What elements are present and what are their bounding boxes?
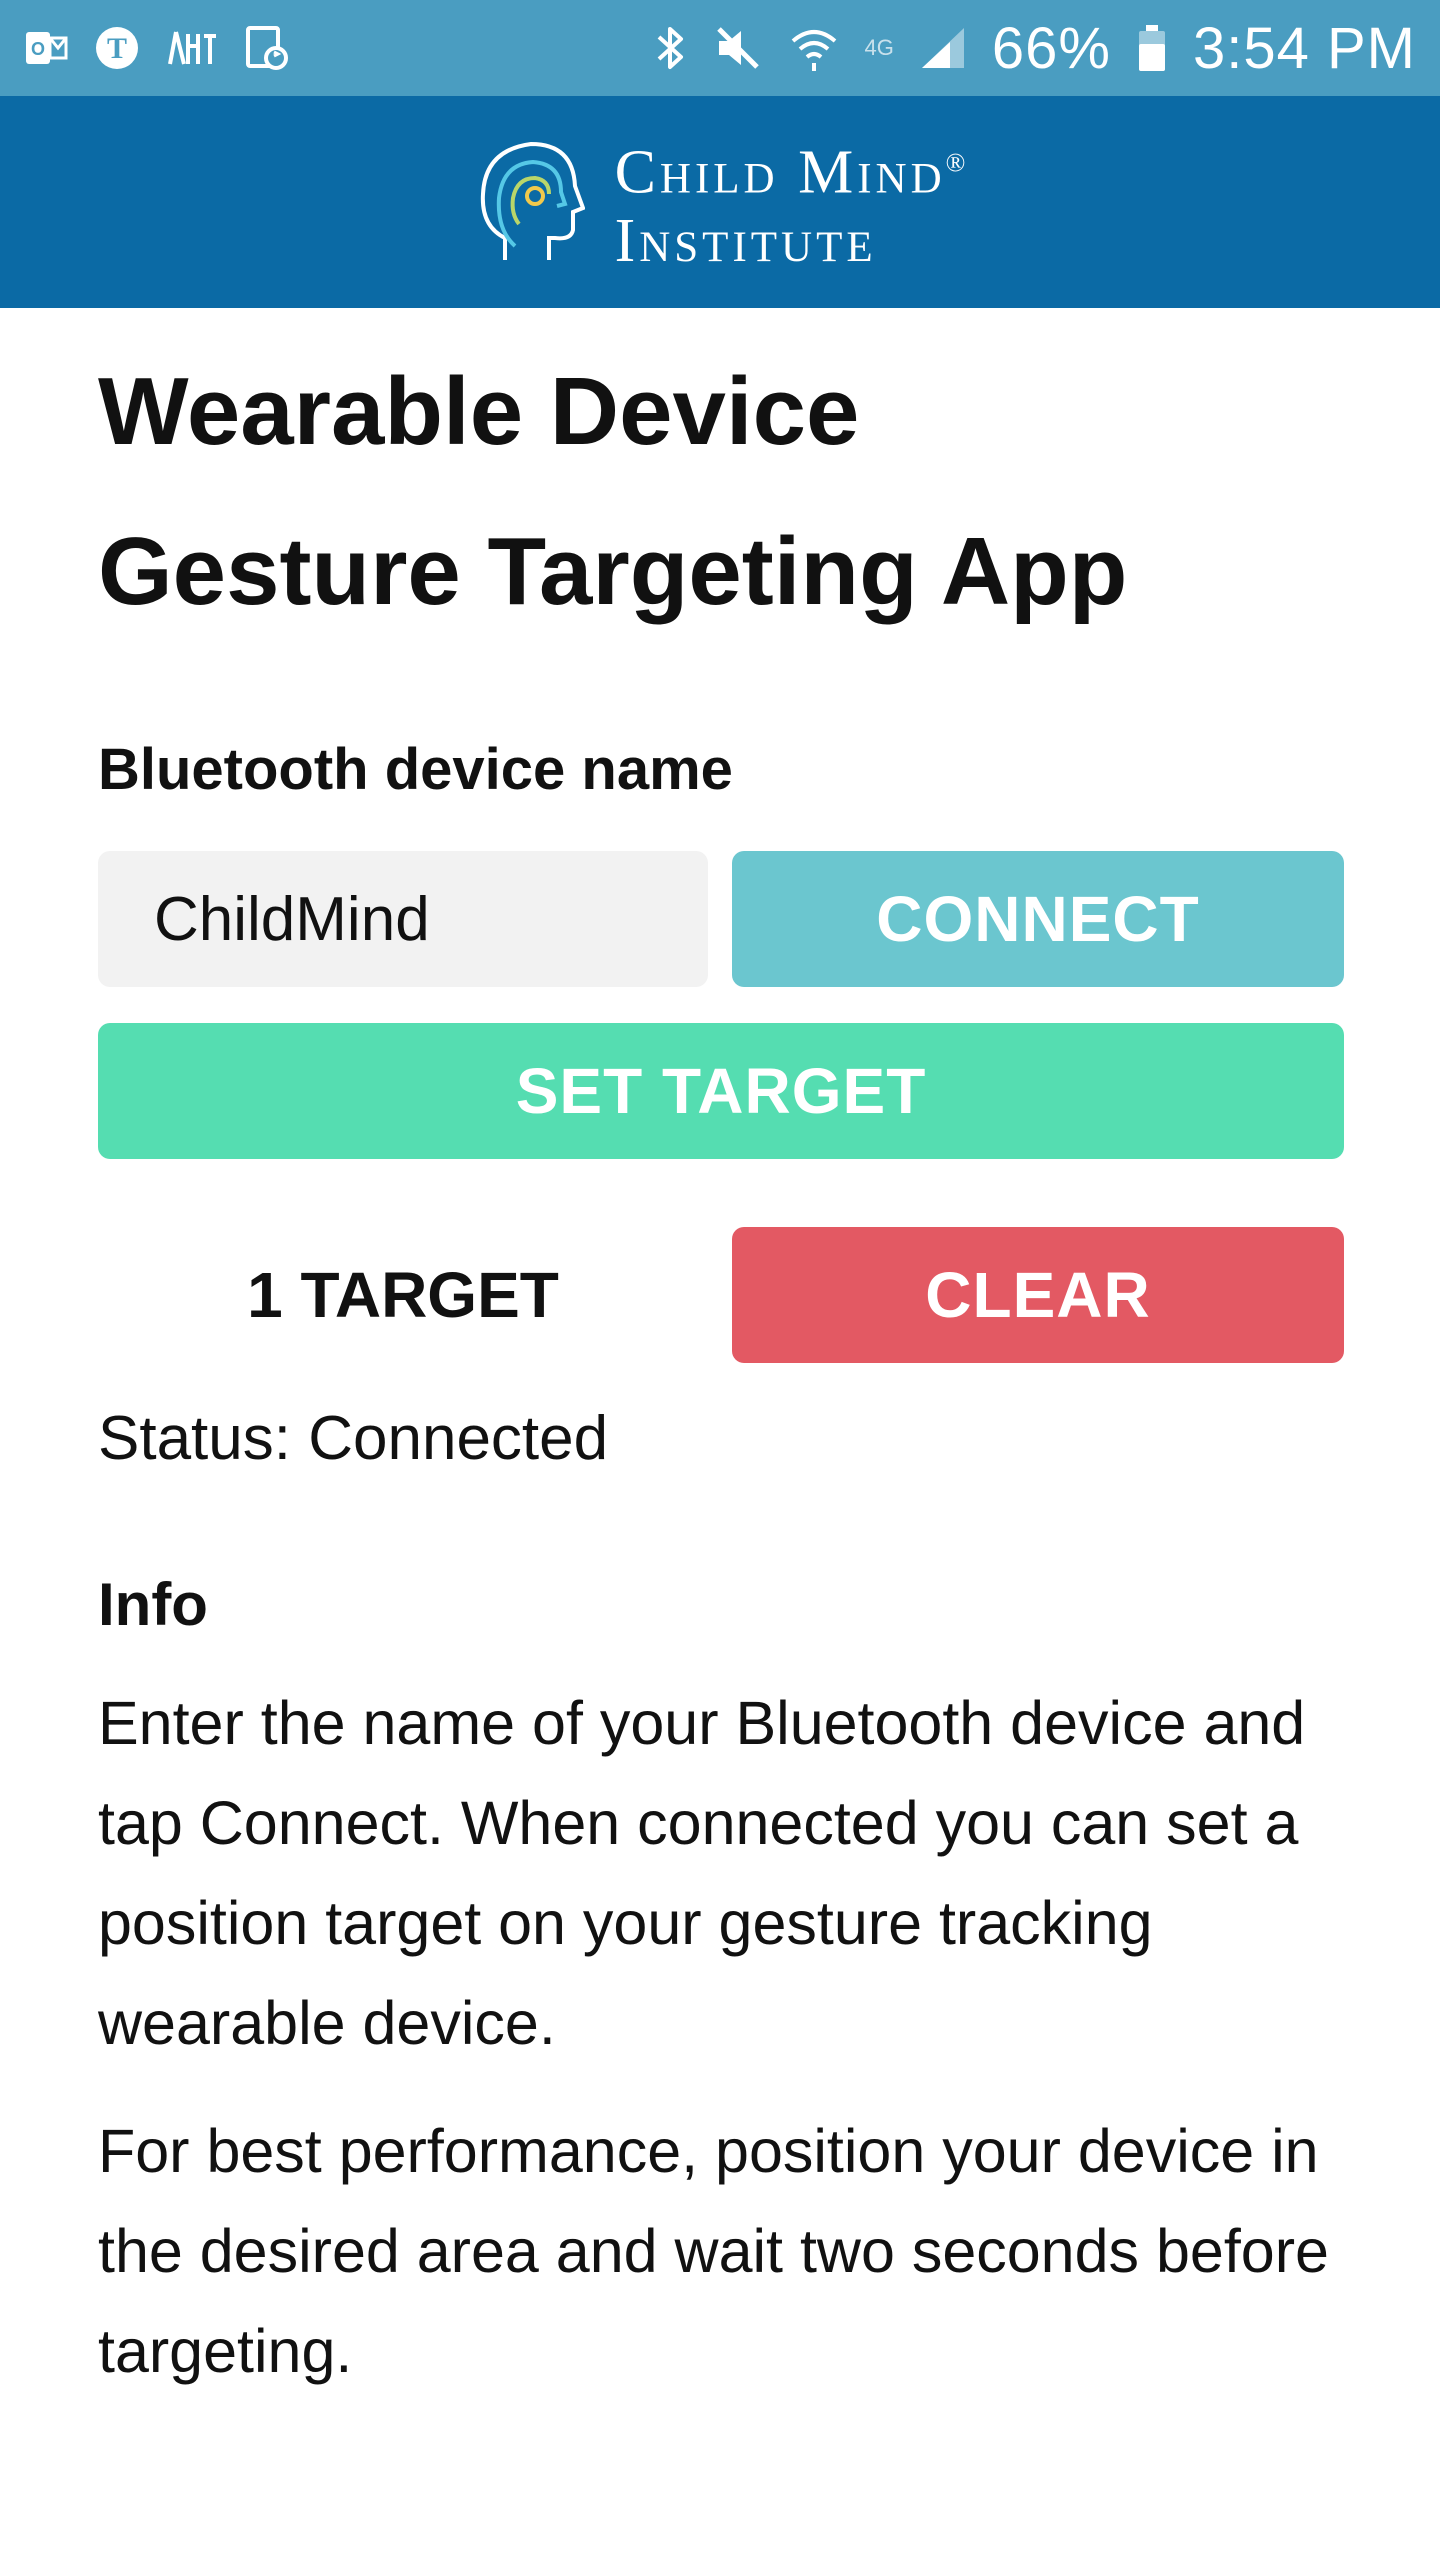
logo-text: Child Mind® Institute xyxy=(615,129,966,275)
lte-icon: 4G xyxy=(865,18,894,78)
nyt-app-icon xyxy=(166,18,218,78)
connection-status: Status: Connected xyxy=(98,1403,1344,1474)
clock: 3:54 PM xyxy=(1193,15,1416,82)
page-title: Wearable Device Gesture Targeting App xyxy=(98,332,1344,652)
title-line-1: Wearable Device xyxy=(98,332,1344,492)
target-row: 1 TARGET CLEAR xyxy=(98,1227,1344,1363)
clear-button[interactable]: CLEAR xyxy=(732,1227,1344,1363)
device-name-input[interactable] xyxy=(98,851,708,987)
nyt-icon: T xyxy=(94,18,140,78)
connect-button[interactable]: CONNECT xyxy=(732,851,1344,987)
lte-label: 4G xyxy=(865,35,894,61)
bluetooth-icon xyxy=(653,18,687,78)
svg-text:O: O xyxy=(31,39,45,59)
signal-icon xyxy=(920,18,966,78)
status-bar-right: 4G 66% 3:54 PM xyxy=(653,15,1416,82)
svg-text:T: T xyxy=(107,32,127,65)
mute-icon xyxy=(713,18,763,78)
info-paragraph-1: Enter the name of your Bluetooth device … xyxy=(98,1673,1344,2073)
connect-row: CONNECT xyxy=(98,851,1344,987)
title-line-2: Gesture Targeting App xyxy=(98,492,1344,652)
device-name-label: Bluetooth device name xyxy=(98,736,1344,803)
main-content: Wearable Device Gesture Targeting App Bl… xyxy=(98,308,1344,2401)
registered-mark: ® xyxy=(946,148,966,177)
logo-line-1: Child Mind® xyxy=(615,129,966,207)
child-mind-logo-icon xyxy=(475,134,585,271)
logo-line-2: Institute xyxy=(615,207,966,275)
info-paragraph-2: For best performance, position your devi… xyxy=(98,2101,1344,2401)
logo-line-1-text: Child Mind xyxy=(615,139,946,207)
wifi-icon xyxy=(789,18,839,78)
app-header: Child Mind® Institute xyxy=(0,96,1440,308)
battery-icon xyxy=(1137,18,1167,78)
outlook-icon: O xyxy=(24,18,68,78)
battery-percent: 66% xyxy=(992,15,1111,82)
status-bar-left: O T xyxy=(24,18,290,78)
set-target-button[interactable]: SET TARGET xyxy=(98,1023,1344,1159)
info-heading: Info xyxy=(98,1570,1344,1639)
target-count: 1 TARGET xyxy=(98,1227,708,1363)
sync-icon xyxy=(244,18,290,78)
status-bar: O T xyxy=(0,0,1440,96)
